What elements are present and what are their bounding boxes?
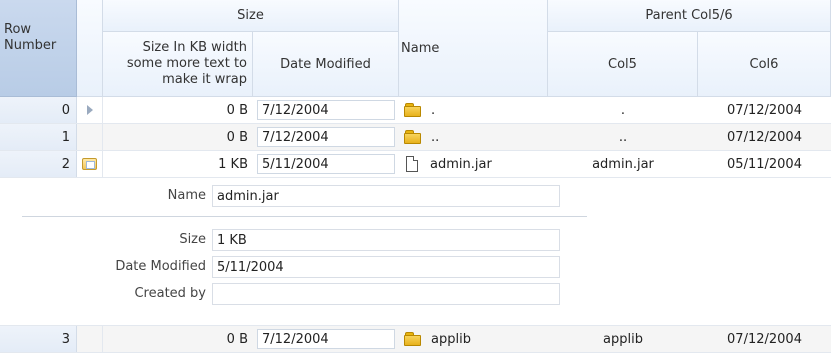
- col5-cell: .: [620, 102, 626, 118]
- name-text: ..: [431, 129, 440, 145]
- col6-cell: 05/11/2004: [727, 156, 802, 172]
- expand-row-button[interactable]: [77, 326, 103, 352]
- col6-cell: 07/12/2004: [727, 102, 802, 118]
- col5-column-label: Col5: [608, 56, 637, 72]
- name-cell: .: [399, 97, 548, 123]
- name-field-label: Name: [167, 188, 206, 203]
- col6-cell: 07/12/2004: [727, 331, 802, 347]
- expand-column-header: [77, 0, 103, 97]
- file-icon: [406, 156, 418, 172]
- folder-icon: [404, 130, 421, 144]
- date-cell: 7/12/2004: [253, 97, 399, 123]
- size-cell: 0 B: [226, 331, 248, 347]
- col6-column-label: Col6: [749, 56, 779, 72]
- size-field-label: Size: [179, 232, 206, 247]
- name-column-label: Name: [401, 40, 440, 56]
- date-field[interactable]: 5/11/2004: [257, 154, 395, 174]
- col6-column-header[interactable]: Col6: [698, 32, 831, 97]
- name-text: .: [431, 102, 436, 118]
- table-row[interactable]: 1 0 B 7/12/2004 .. .. 07/12/2004: [0, 124, 831, 151]
- name-cell: ..: [399, 124, 548, 150]
- date-field[interactable]: 7/12/2004: [257, 329, 395, 349]
- size-kb-column-header[interactable]: Size In KB width some more text to make …: [103, 32, 253, 97]
- date-modified-field-label: Date Modified: [115, 259, 206, 274]
- expand-row-button[interactable]: [77, 97, 103, 123]
- created-by-field-label: Created by: [134, 286, 206, 301]
- name-text: applib: [431, 331, 471, 347]
- col6-cell: 07/12/2004: [727, 129, 802, 145]
- detail-created-by-input[interactable]: [212, 283, 560, 305]
- row-number-cell: 3: [0, 326, 77, 352]
- name-column-header[interactable]: Name: [399, 0, 548, 97]
- size-cell: 0 B: [226, 102, 248, 118]
- col5-cell: admin.jar: [592, 156, 654, 172]
- folder-icon: [404, 332, 421, 346]
- parent-group-label: Parent Col5/6: [645, 8, 733, 23]
- date-field[interactable]: 7/12/2004: [257, 100, 395, 120]
- file-grid: Row Number Size Size In KB width some mo…: [0, 0, 831, 354]
- name-cell: applib: [399, 326, 548, 352]
- date-cell: 7/12/2004: [253, 124, 399, 150]
- edit-form-icon: [82, 158, 97, 170]
- size-cell: 0 B: [226, 129, 248, 145]
- row-number-cell: 1: [0, 124, 77, 150]
- collapse-row-button[interactable]: [77, 151, 103, 177]
- date-field[interactable]: 7/12/2004: [257, 127, 395, 147]
- row-number-cell: 2: [0, 151, 77, 177]
- form-separator: [22, 216, 587, 217]
- col5-cell: applib: [603, 331, 643, 347]
- size-cell: 1 KB: [218, 156, 248, 172]
- detail-name-input[interactable]: admin.jar: [212, 185, 560, 207]
- size-group-label: Size: [237, 8, 264, 23]
- size-kb-column-label: Size In KB width some more text to make …: [126, 40, 247, 87]
- col5-column-header[interactable]: Col5: [548, 32, 698, 97]
- table-row[interactable]: 0 0 B 7/12/2004 . . 07/12/2004: [0, 97, 831, 124]
- date-cell: 5/11/2004: [253, 151, 399, 177]
- detail-size-input[interactable]: 1 KB: [212, 229, 560, 251]
- size-group-header[interactable]: Size: [103, 0, 399, 32]
- table-row[interactable]: 2 1 KB 5/11/2004 admin.jar admin.jar 05/…: [0, 151, 831, 178]
- expand-arrow-icon: [86, 105, 93, 115]
- row-number-cell: 0: [0, 97, 77, 123]
- name-text: admin.jar: [430, 156, 492, 172]
- date-modified-column-label: Date Modified: [280, 56, 371, 72]
- parent-group-header[interactable]: Parent Col5/6: [548, 0, 831, 32]
- expand-row-button[interactable]: [77, 124, 103, 150]
- detail-date-modified-input[interactable]: 5/11/2004: [212, 256, 560, 278]
- row-detail-form: Name admin.jar Size 1 KB Date Modified 5…: [0, 178, 831, 326]
- col5-cell: ..: [618, 129, 628, 145]
- table-row[interactable]: 3 0 B 7/12/2004 applib applib 07/12/2004: [0, 326, 831, 353]
- folder-icon: [404, 103, 421, 117]
- row-number-header[interactable]: Row Number: [0, 0, 77, 97]
- row-number-header-label: Row Number: [4, 22, 57, 53]
- date-modified-column-header[interactable]: Date Modified: [253, 32, 399, 97]
- name-cell: admin.jar: [399, 151, 548, 177]
- date-cell: 7/12/2004: [253, 326, 399, 352]
